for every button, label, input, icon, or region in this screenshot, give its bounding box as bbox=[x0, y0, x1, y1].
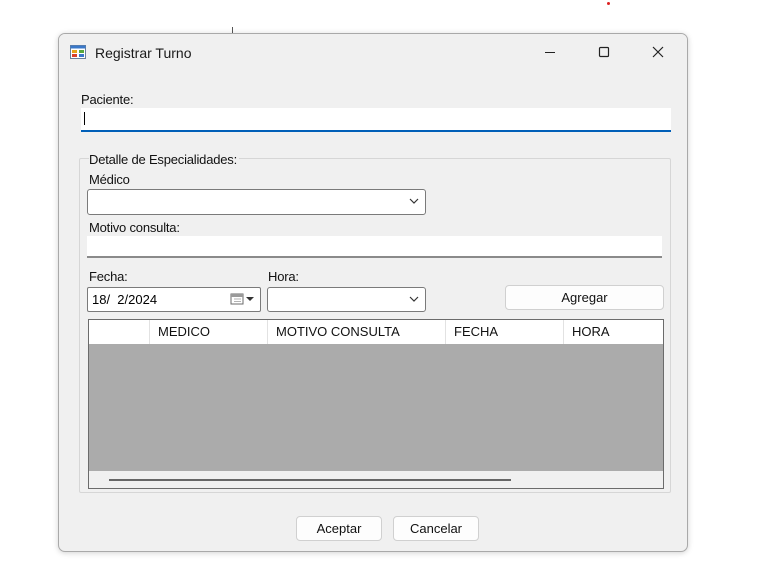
hora-label: Hora: bbox=[268, 269, 299, 284]
text-caret bbox=[84, 112, 85, 125]
paciente-input[interactable] bbox=[81, 108, 671, 132]
minimize-button[interactable] bbox=[527, 34, 573, 70]
maximize-button[interactable] bbox=[581, 34, 627, 70]
calendar-dropdown-icon[interactable] bbox=[230, 293, 256, 305]
grid-horizontal-scrollbar[interactable] bbox=[89, 471, 663, 488]
paciente-label: Paciente: bbox=[81, 92, 134, 107]
fecha-datepicker[interactable]: 18/ 2/2024 bbox=[87, 287, 261, 312]
grid-row-header[interactable] bbox=[89, 320, 150, 344]
hora-select[interactable] bbox=[267, 287, 426, 312]
maximize-icon bbox=[598, 46, 610, 58]
desktop-dot bbox=[607, 2, 610, 5]
grid-header-row: MEDICO MOTIVO CONSULTA FECHA HORA bbox=[89, 320, 663, 344]
motivo-label: Motivo consulta: bbox=[89, 220, 180, 235]
turnos-grid[interactable]: MEDICO MOTIVO CONSULTA FECHA HORA bbox=[88, 319, 664, 489]
chevron-down-icon bbox=[409, 296, 419, 302]
cancelar-button[interactable]: Cancelar bbox=[393, 516, 479, 541]
grid-column-motivo-consulta[interactable]: MOTIVO CONSULTA bbox=[268, 320, 446, 344]
title-bar[interactable]: Registrar Turno bbox=[59, 34, 687, 70]
agregar-button[interactable]: Agregar bbox=[505, 285, 664, 310]
window-title: Registrar Turno bbox=[95, 45, 192, 61]
app-form-icon bbox=[70, 45, 86, 59]
close-icon bbox=[652, 46, 664, 58]
aceptar-button[interactable]: Aceptar bbox=[296, 516, 382, 541]
fecha-value: 18/ 2/2024 bbox=[92, 292, 158, 307]
chevron-down-icon bbox=[409, 198, 419, 204]
close-button[interactable] bbox=[635, 34, 681, 70]
grid-column-hora[interactable]: HORA bbox=[564, 320, 663, 344]
minimize-icon bbox=[545, 52, 555, 53]
medico-select[interactable] bbox=[87, 189, 426, 215]
fecha-label: Fecha: bbox=[89, 269, 128, 284]
registrar-turno-window: Registrar Turno Paciente: Detalle de Esp… bbox=[58, 33, 688, 552]
grid-column-fecha[interactable]: FECHA bbox=[446, 320, 564, 344]
especialidades-group-title: Detalle de Especialidades: bbox=[89, 152, 240, 167]
scrollbar-thumb[interactable] bbox=[109, 479, 511, 481]
medico-label: Médico bbox=[89, 172, 130, 187]
grid-column-medico[interactable]: MEDICO bbox=[150, 320, 268, 344]
motivo-input[interactable] bbox=[87, 236, 662, 258]
